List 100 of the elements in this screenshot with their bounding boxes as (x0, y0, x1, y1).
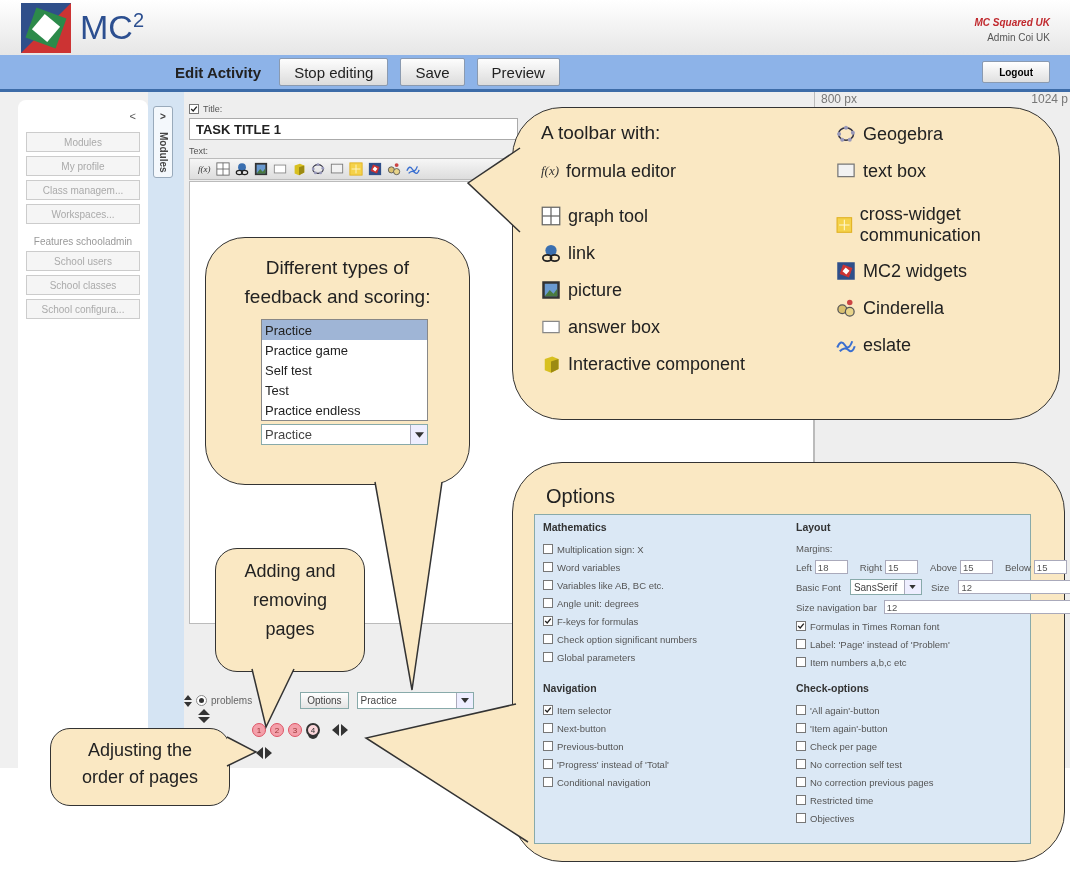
field-label: Left (796, 561, 812, 573)
size-field[interactable]: 12 (883, 600, 1070, 614)
circles-icon[interactable] (386, 162, 401, 176)
option-label: Margins: (796, 543, 834, 554)
page-button[interactable]: 1 (252, 723, 266, 737)
margin-field[interactable]: 15 (885, 560, 919, 574)
checkbox[interactable] (543, 634, 553, 644)
option-label: Global parameters (557, 651, 636, 663)
option-label: Multiplication sign: X (557, 543, 644, 555)
option-label: Item numbers a,b,c etc (810, 656, 907, 668)
callout-title: Different types of feedback and scoring: (243, 256, 432, 309)
option-label: Objectives (810, 812, 855, 824)
options-button[interactable]: Options (300, 692, 349, 709)
title-field[interactable]: TASK TITLE 1 (189, 118, 518, 140)
page-button[interactable]: 4 (306, 723, 320, 737)
ring-icon (836, 124, 856, 144)
margin-field[interactable]: 15 (960, 560, 993, 574)
field-label: Basic Font (796, 581, 841, 593)
checkbox[interactable] (543, 777, 553, 787)
font-dropdown[interactable]: SansSerif (849, 579, 922, 595)
organization-name: MC Squared UK (974, 16, 1050, 28)
title-label: Title: (203, 104, 223, 114)
callout-text: Adjusting the order of pages (81, 740, 199, 787)
option-label: Check per page (810, 740, 878, 752)
option-label: F-keys for formulas (557, 615, 639, 627)
checkbox[interactable] (796, 777, 806, 787)
callout-item-label: Interactive component (568, 353, 746, 375)
callout-item-label: eslate (863, 334, 912, 356)
toolbar-button[interactable]: Stop editing (279, 58, 389, 86)
user-name: Admin Coi UK (987, 31, 1050, 43)
option-label: Next-button (557, 722, 607, 734)
page-button[interactable]: 2 (270, 723, 284, 737)
plus-square-icon (836, 215, 853, 235)
checkbox[interactable] (796, 621, 806, 631)
list-option[interactable]: Practice game (262, 340, 427, 360)
checkbox[interactable] (796, 639, 806, 649)
field-label: Size navigation bar (796, 601, 877, 613)
page-button[interactable]: 3 (288, 723, 302, 737)
ruler-label: 800 px (821, 92, 858, 106)
size-field[interactable]: 12 (958, 580, 1070, 594)
checkbox[interactable] (543, 759, 553, 769)
checkbox[interactable] (543, 741, 553, 751)
margin-field[interactable]: 15 (1033, 560, 1067, 574)
callout-item-label: text box (863, 160, 927, 182)
checkbox[interactable] (543, 616, 553, 626)
formula-icon[interactable]: f(x) (198, 164, 211, 174)
ring-icon[interactable] (310, 162, 325, 176)
list-option[interactable]: Practice endless (262, 400, 427, 420)
checkbox[interactable] (543, 598, 553, 608)
toolbar-button[interactable]: Preview (476, 58, 560, 86)
logout-button[interactable]: Logout (982, 61, 1050, 83)
checkbox[interactable] (796, 795, 806, 805)
checkbox[interactable] (189, 104, 199, 114)
radio-label: problems (211, 695, 253, 706)
checkbox[interactable] (796, 657, 806, 667)
left-right-arrows-icon[interactable] (332, 724, 348, 736)
list-option[interactable]: Practice (262, 320, 427, 340)
checkbox[interactable] (543, 580, 553, 590)
checkbox[interactable] (543, 723, 553, 733)
picture-icon[interactable] (253, 162, 268, 176)
list-option[interactable]: Test (262, 380, 427, 400)
modules-tab[interactable]: > Modules (153, 106, 173, 178)
callout-item-label: MC2 widgets (863, 260, 968, 282)
toolbar-button[interactable]: Save (400, 58, 465, 86)
checkbox[interactable] (796, 723, 806, 733)
checkbox[interactable] (543, 544, 553, 554)
mode-dropdown[interactable]: Practice (356, 692, 474, 709)
option-label: 'Progress' instead of 'Total' (557, 758, 669, 770)
checkbox[interactable] (796, 741, 806, 751)
checkbox[interactable] (796, 813, 806, 823)
radio-button[interactable] (196, 695, 207, 706)
up-down-arrows-icon[interactable] (198, 709, 210, 723)
left-right-arrows-icon[interactable] (256, 747, 272, 759)
callout-item-label: Geogebra (863, 123, 944, 145)
checkbox[interactable] (796, 759, 806, 769)
circles-icon (836, 298, 856, 318)
logo-icon (20, 1, 72, 54)
checkbox[interactable] (543, 562, 553, 572)
chain-icon[interactable] (234, 162, 249, 176)
option-label: Formulas in Times Roman font (810, 620, 940, 632)
mode-dropdown[interactable]: Practice (261, 424, 428, 445)
collapse-button[interactable]: < (125, 110, 140, 128)
section-heading: Check-options (796, 682, 870, 694)
logo-icon (836, 261, 856, 281)
caret-icon (414, 431, 424, 438)
checkbox[interactable] (796, 705, 806, 715)
section-heading: Navigation (543, 682, 598, 694)
checkbox[interactable] (543, 652, 553, 662)
callout-title: Options (546, 485, 616, 508)
caret-icon (909, 585, 917, 589)
checkbox[interactable] (543, 705, 553, 715)
option-label: Word variables (557, 561, 621, 573)
list-option[interactable]: Self test (262, 360, 427, 380)
logo-icon[interactable] (367, 162, 382, 176)
up-down-arrows-icon[interactable] (184, 694, 192, 707)
formula-icon: f(x) (541, 163, 560, 179)
callout-item-label: picture (568, 279, 623, 301)
margin-field[interactable]: 18 (814, 560, 848, 574)
option-label: No correction previous pages (810, 776, 934, 788)
option-label: Angle unit: degrees (557, 597, 639, 609)
